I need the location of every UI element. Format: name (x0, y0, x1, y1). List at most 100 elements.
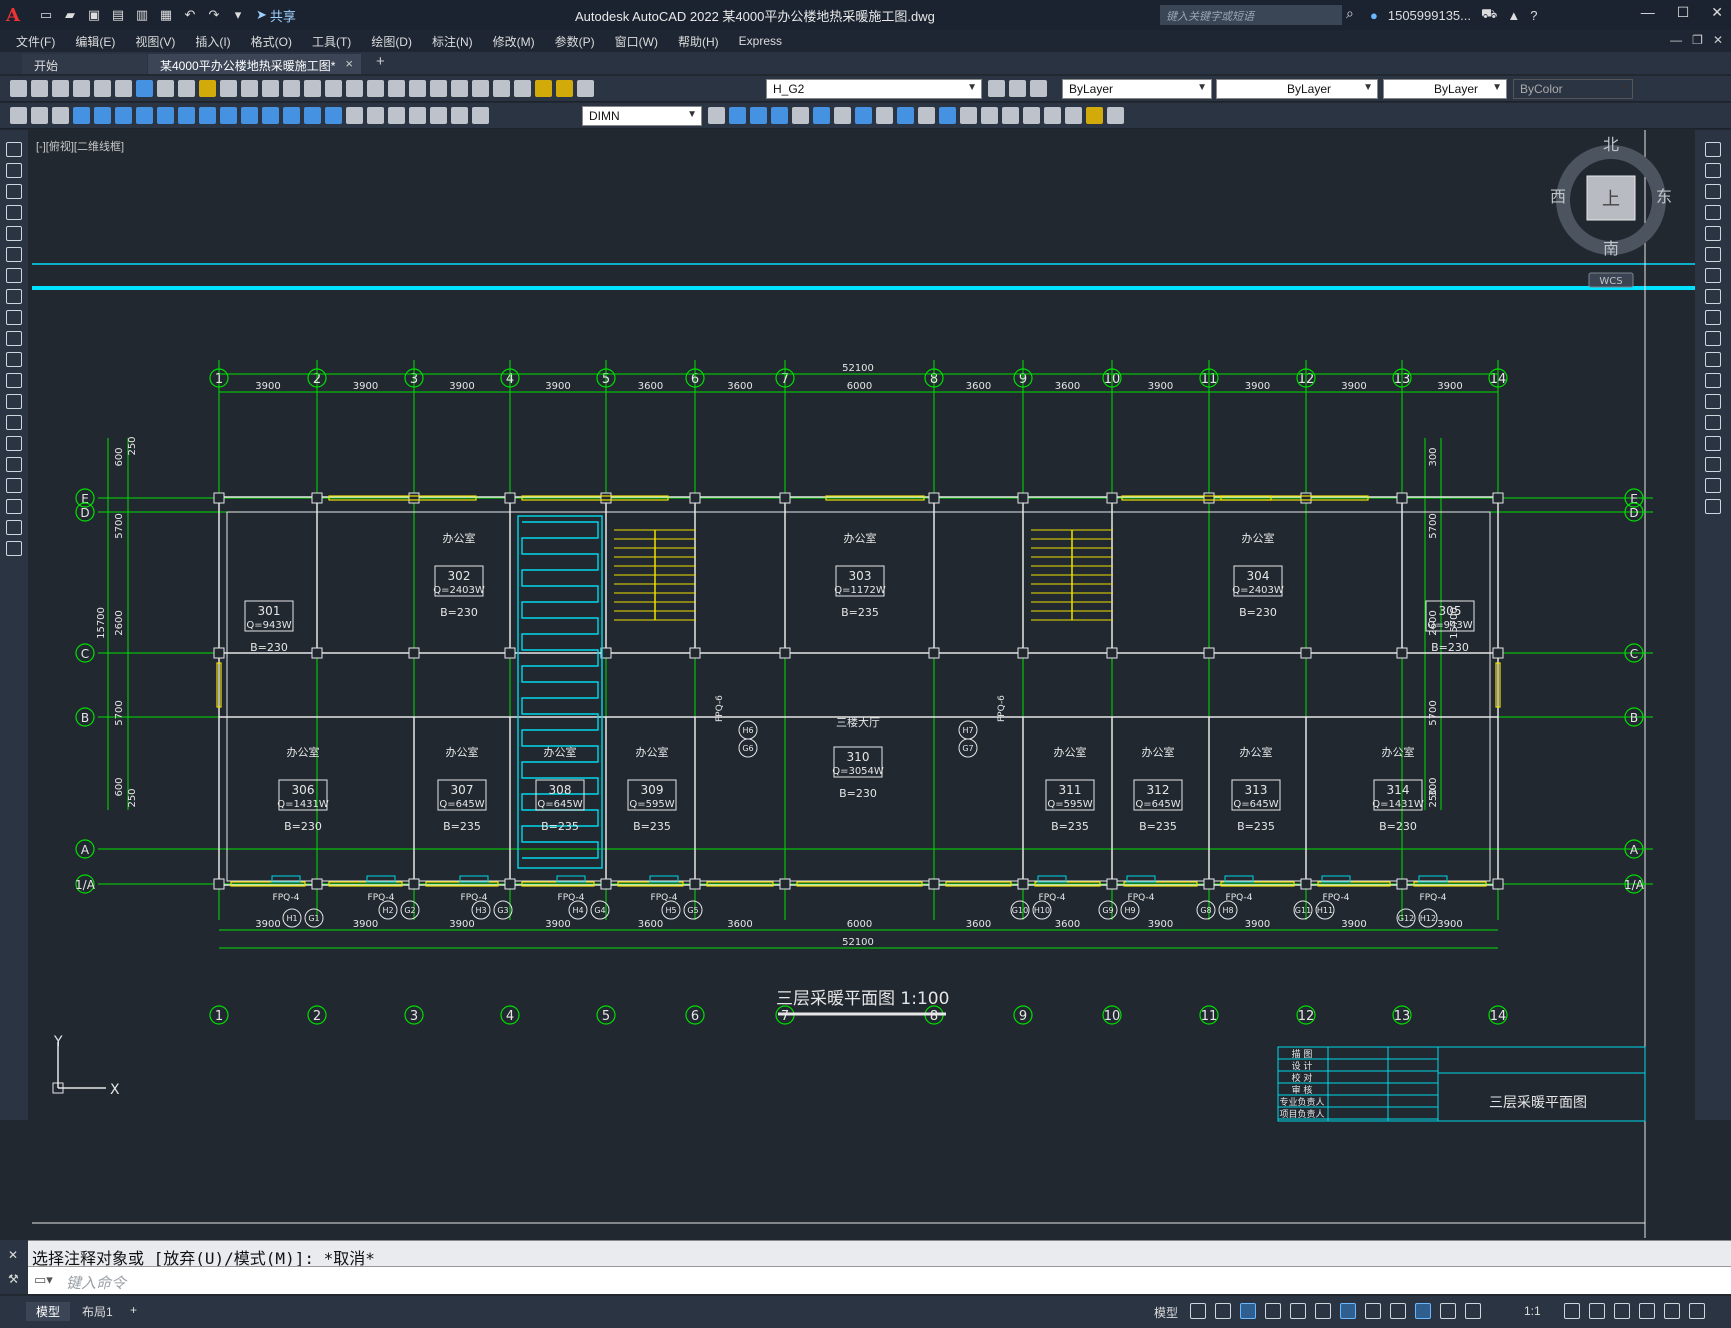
hatch-icon[interactable] (6, 436, 22, 451)
make-block-icon[interactable] (6, 394, 22, 409)
break-icon[interactable] (1705, 394, 1721, 409)
help-icon[interactable]: ? (1530, 8, 1537, 23)
plus-icon[interactable] (1589, 1303, 1605, 1319)
maximize-button[interactable]: ☐ (1677, 4, 1690, 21)
lineweight-dropdown[interactable]: ByLayer ▼ (1383, 79, 1507, 99)
tool-e-icon[interactable] (771, 107, 788, 124)
offset-icon[interactable] (1705, 205, 1721, 220)
menu-express[interactable]: Express (729, 34, 792, 48)
user-icon[interactable]: ● (1370, 8, 1378, 23)
layer-on-icon[interactable] (535, 80, 552, 97)
dim-linear-icon[interactable] (73, 107, 90, 124)
move-icon[interactable] (1705, 247, 1721, 262)
tool-g-icon[interactable] (813, 107, 830, 124)
tool-f-icon[interactable] (792, 107, 809, 124)
menu-file[interactable]: 文件(F) (6, 33, 65, 50)
save-icon[interactable] (52, 80, 69, 97)
region-icon[interactable] (6, 478, 22, 493)
markup-icon[interactable] (451, 80, 468, 97)
zoom-previous-icon[interactable] (346, 80, 363, 97)
qnew-icon[interactable] (10, 80, 27, 97)
gradient-icon[interactable] (6, 457, 22, 472)
isolate-objects-icon[interactable] (1614, 1303, 1630, 1319)
properties-icon[interactable] (367, 80, 384, 97)
construction-line-icon[interactable] (6, 163, 22, 178)
tool-r-icon[interactable] (1044, 107, 1061, 124)
snap-icon[interactable] (1215, 1303, 1231, 1319)
menu-help[interactable]: 帮助(H) (668, 33, 729, 50)
preview-icon[interactable] (94, 80, 111, 97)
polygon-icon[interactable] (6, 205, 22, 220)
menu-tools[interactable]: 工具(T) (302, 33, 361, 50)
design-center-icon[interactable] (388, 80, 405, 97)
menu-dimension[interactable]: 标注(N) (422, 33, 483, 50)
redo-icon[interactable]: ↷ (204, 5, 224, 25)
autodesk-app-icon[interactable]: ▲ (1507, 8, 1520, 23)
3d-print-icon[interactable] (136, 80, 153, 97)
doc-close-button[interactable]: ✕ (1713, 33, 1723, 47)
command-prompt-icon[interactable]: ▭▾ (34, 1272, 53, 1288)
clean-screen-icon[interactable] (1664, 1303, 1680, 1319)
array-icon[interactable] (1705, 226, 1721, 241)
linetype-dropdown[interactable]: ByLayer ▼ (1216, 79, 1378, 99)
zoom-realtime-icon[interactable] (304, 80, 321, 97)
drawing-canvas[interactable]: 1 1 2 2 3 3 4 4 5 5 6 6 7 7 8 8 9 9 10 10 11 11 12 12 13 13 14 14 E E… (28, 130, 1695, 1238)
zoom-window-icon[interactable] (325, 80, 342, 97)
menu-view[interactable]: 视图(V) (125, 33, 185, 50)
tool-palettes-icon[interactable] (409, 80, 426, 97)
ellipse-icon[interactable] (6, 331, 22, 346)
menu-parametric[interactable]: 参数(P) (545, 33, 605, 50)
open-icon[interactable] (31, 80, 48, 97)
menu-insert[interactable]: 插入(I) (185, 33, 240, 50)
close-button[interactable]: ✕ (1711, 4, 1723, 21)
join-icon[interactable] (1705, 415, 1721, 430)
ortho-icon[interactable] (1240, 1303, 1256, 1319)
save-icon[interactable]: ▣ (84, 5, 104, 25)
explode-icon[interactable] (1705, 499, 1721, 514)
break-at-point-icon[interactable] (1705, 373, 1721, 388)
publish-icon[interactable]: ▥ (132, 5, 152, 25)
dim-angular-icon[interactable] (220, 107, 237, 124)
gear-icon[interactable] (1564, 1303, 1580, 1319)
spline-icon[interactable] (6, 310, 22, 325)
menu-format[interactable]: 格式(O) (241, 33, 302, 50)
tool-d-icon[interactable] (750, 107, 767, 124)
menu-edit[interactable]: 编辑(E) (65, 33, 125, 50)
close-icon[interactable]: ✕ (8, 1248, 18, 1262)
share-button[interactable]: ➤ 共享 (256, 6, 296, 25)
mirror-icon[interactable] (1705, 184, 1721, 199)
doc-minimize-button[interactable]: — (1670, 33, 1682, 47)
dim-space-icon[interactable] (304, 107, 321, 124)
dim-aligned-icon[interactable] (94, 107, 111, 124)
transparency-icon[interactable] (1390, 1303, 1406, 1319)
tab-model[interactable]: 模型 (26, 1302, 71, 1321)
stretch-icon[interactable] (1705, 310, 1721, 325)
polar-icon[interactable] (1265, 1303, 1281, 1319)
cut-icon[interactable] (157, 80, 174, 97)
sheet-set-icon[interactable] (430, 80, 447, 97)
layer-freeze-icon[interactable] (556, 80, 573, 97)
plotstyle-dropdown[interactable]: ByColor ▼ (1513, 79, 1633, 99)
color-dropdown[interactable]: ByLayer ▼ (1062, 79, 1212, 99)
autocad-logo-icon[interactable]: A (6, 3, 32, 27)
save-as-icon[interactable]: ▤ (108, 5, 128, 25)
ellipse-arc-icon[interactable] (6, 352, 22, 367)
command-line-handle[interactable]: ✕ ⚒ (0, 1240, 28, 1294)
dim-radius-icon[interactable] (157, 107, 174, 124)
doc-restore-button[interactable]: ❐ (1692, 33, 1703, 47)
dim-arc-icon[interactable] (115, 107, 132, 124)
tool-o-icon[interactable] (981, 107, 998, 124)
tab-drawing[interactable]: 某4000平办公楼地热采暖施工图* × (148, 54, 361, 74)
tool-l-icon[interactable] (918, 107, 935, 124)
compass-north[interactable]: 北 (1603, 135, 1619, 154)
line-icon[interactable] (6, 142, 22, 157)
tab-close-icon[interactable]: × (345, 56, 353, 71)
cad-plan-svg[interactable]: 11223344556677889910101111121213131414E E… (28, 130, 1695, 1238)
point-icon[interactable] (6, 415, 22, 430)
add-selected-icon[interactable] (6, 541, 22, 556)
plot-icon[interactable] (73, 80, 90, 97)
dimstyle-dropdown[interactable]: DIMN ▼ (582, 106, 702, 126)
grid-icon[interactable] (1190, 1303, 1206, 1319)
dim-style-icon[interactable] (708, 107, 725, 124)
dim-break-icon[interactable] (325, 107, 342, 124)
